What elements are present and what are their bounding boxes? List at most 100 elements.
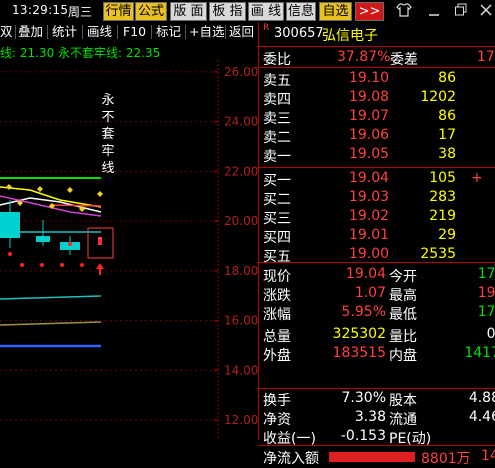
fin-value: 3.38 [354, 409, 386, 425]
quote-label2: 最高 [389, 288, 417, 304]
vertical-label-char: 牢 [101, 144, 115, 159]
ask-label: 卖一 [263, 149, 291, 165]
ask-label: 卖二 [263, 130, 291, 146]
ask-price: 19.05 [349, 146, 390, 162]
top-menu-bar: 13:29:15 周三 行情 公式 版 面 板 指 画 线 信息 自选 >> [0, 0, 495, 22]
ask-row[interactable]: 卖一 19.05 38 [259, 145, 495, 165]
ask-volume: 38 [438, 146, 456, 162]
fin-value: 7.30% [341, 390, 386, 406]
menu-hangqing-button[interactable]: 行情 [103, 2, 134, 21]
ask-row[interactable]: 卖二 19.06 17 [259, 126, 495, 146]
y-tick-label: 16.00 [224, 314, 258, 328]
ask-label: 卖四 [263, 92, 291, 108]
shirt-icon[interactable] [395, 2, 413, 20]
ask-row[interactable]: 卖三 19.07 86 [259, 107, 495, 127]
quote-label2: 最低 [389, 307, 417, 323]
y-tick-label: 14.00 [224, 363, 258, 377]
netflow-row: 净流入额 8801万 14 [259, 447, 495, 467]
y-tick-label: 26.00 [224, 65, 258, 79]
menu-info-button[interactable]: 信息 [286, 2, 316, 21]
vertical-label-char: 不 [101, 110, 115, 125]
y-tick-label: 18.00 [224, 264, 258, 278]
minimize-icon[interactable] [425, 2, 443, 20]
bid-row[interactable]: 买四 19.01 29 [259, 226, 495, 246]
quote-row: 总量 325302量比 0. [259, 325, 495, 345]
ask-price: 19.10 [349, 70, 390, 86]
quote-value2: 1417 [464, 345, 495, 361]
double-button[interactable]: 双 [0, 24, 13, 41]
bid-price: 19.01 [349, 227, 390, 243]
quote-label2: 量比 [389, 329, 417, 345]
menu-drawing-button[interactable]: 画 线 [248, 2, 284, 21]
quote-value2: 17. [477, 266, 495, 282]
y-tick-label: 24.00 [224, 115, 258, 129]
add-watchlist-button[interactable]: +自选 [189, 24, 224, 41]
fin-row: 收益(一) -0.153 PE(动) [259, 427, 495, 447]
bid-volume: 105 [429, 170, 456, 186]
bid-price: 19.00 [349, 246, 390, 262]
netflow-label: 净流入额 [263, 451, 319, 467]
indicator-line-olive [0, 321, 102, 326]
quote-label: 总量 [263, 329, 291, 345]
menu-formula-button[interactable]: 公式 [135, 2, 167, 21]
stock-code: 300657 [274, 26, 324, 41]
bid-label: 买一 [263, 173, 291, 189]
weekday: 周三 [68, 5, 93, 19]
quote-value: 5.95% [341, 304, 386, 320]
ma-legend: 线: 21.30 永不套牢线: 22.35 [0, 46, 161, 60]
statistics-button[interactable]: 统计 [52, 24, 77, 41]
bid-row[interactable]: 买二 19.03 283 [259, 188, 495, 208]
fin-label2: 股本 [389, 393, 417, 409]
y-tick-label: 20.00 [224, 214, 258, 228]
menu-board-index-button[interactable]: 板 指 [209, 2, 246, 21]
menu-more-button[interactable]: >> [355, 2, 384, 21]
quote-row: 涨跌 1.07最高 19. [259, 284, 495, 304]
clock-time: 13:29:15 [12, 3, 69, 17]
mark-button[interactable]: 标记 [156, 24, 181, 41]
bid-volume: 29 [438, 227, 456, 243]
quote-label: 外盘 [263, 348, 291, 364]
netflow-bar [329, 452, 415, 462]
overlay-button[interactable]: 叠加 [18, 24, 43, 41]
menu-watchlist-button[interactable]: 自选 [319, 2, 352, 21]
f10-button[interactable]: F10 [123, 24, 146, 41]
bid-volume: 219 [429, 208, 456, 224]
ask-volume: 86 [438, 70, 456, 86]
fin-label: 净资 [263, 412, 291, 428]
up-arrow-icon [96, 263, 104, 275]
draw-line-button[interactable]: 画线 [87, 24, 112, 41]
ask-row[interactable]: 卖五 19.10 86 [259, 69, 495, 89]
back-button[interactable]: 返回 [229, 24, 254, 41]
netflow-value: 8801万 [421, 451, 471, 467]
quote-value: 183515 [332, 345, 386, 361]
fin-value: -0.153 [340, 428, 386, 444]
close-icon[interactable] [478, 2, 494, 20]
fin-label: 换手 [263, 393, 291, 409]
quote-label: 涨跌 [263, 288, 291, 304]
restore-icon[interactable] [452, 2, 470, 20]
weibi-value: 37.87% [337, 49, 391, 65]
quote-value: 19.04 [345, 266, 386, 282]
bid-extra: + [471, 170, 483, 186]
quote-value: 1.07 [354, 285, 386, 301]
bid-price: 19.04 [349, 170, 390, 186]
ask-row[interactable]: 卖四 19.08 1202 [259, 88, 495, 108]
ask-label: 卖五 [263, 73, 291, 89]
weidiff-value: 17 [477, 49, 495, 65]
bid-row[interactable]: 买三 19.02 219 [259, 207, 495, 227]
bid-volume: 283 [429, 189, 456, 205]
bid-row[interactable]: 买一 19.04 105 + [259, 169, 495, 189]
fin-value2: 4.46 [468, 409, 495, 425]
ma-line-yellow [0, 186, 102, 208]
netflow-extra: 14 [481, 448, 495, 464]
chart-toolbar: 双 叠加 统计 画线 F10 标记 +自选 返回 [0, 22, 258, 42]
quote-value2: 0. [486, 326, 495, 342]
ask-price: 19.07 [349, 108, 390, 124]
menu-layout-button[interactable]: 版 面 [170, 2, 207, 21]
kline-chart[interactable]: 26.00 24.00 22.00 20.00 18.00 16.00 14.00 12.00 [0, 42, 258, 440]
vertical-label-char: 套 [101, 127, 115, 142]
quote-panel: R 300657 弘信电子 委比 37.87% 委差 17 卖五 19.10 86 卖… [258, 22, 495, 467]
quote-label: 现价 [263, 269, 291, 285]
y-tick-label: 12.00 [224, 413, 258, 427]
bid-price: 19.03 [349, 189, 390, 205]
